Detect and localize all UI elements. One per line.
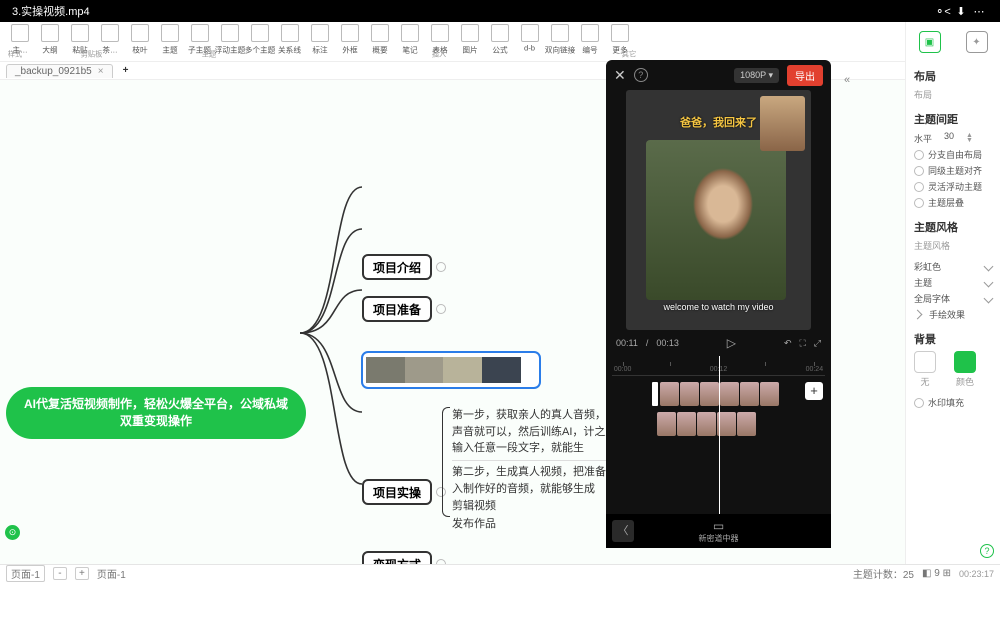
tb-multi[interactable]: 多个主题 — [246, 24, 274, 56]
video-track[interactable] — [652, 382, 825, 406]
share-icon[interactable]: ⚬< — [934, 5, 952, 18]
time-current: 00:11 — [616, 338, 638, 348]
section-spacing: 主题间距 — [914, 111, 992, 127]
close-icon[interactable]: ✕ — [614, 67, 626, 84]
tb-link[interactable]: 双向链接 — [546, 24, 574, 56]
tb-boundary[interactable]: 外框 — [336, 24, 364, 56]
tb-relation[interactable]: 关系线 — [276, 24, 304, 56]
more-icon[interactable]: ⋯ — [970, 5, 988, 18]
video-preview[interactable]: 爸爸，我回来了 welcome to watch my video — [626, 90, 811, 330]
window-title: 3.实操视频.mp4 — [12, 3, 934, 19]
topic-prep[interactable]: 项目准备 — [362, 296, 432, 322]
radio-opt[interactable] — [914, 166, 924, 176]
undo-icon[interactable]: ↶ — [784, 338, 792, 349]
tb-topic[interactable]: 主题 — [156, 24, 184, 56]
download-icon[interactable]: ⬇ — [952, 5, 970, 18]
section-bg: 背景 — [914, 331, 992, 347]
section-theme-style: 主题风格 — [914, 219, 992, 235]
video-editor-overlay: ✕ ? 1080P ▾ 导出 爸爸，我回来了 welcome to watch … — [606, 60, 831, 548]
time-total: 00:13 — [656, 338, 679, 348]
stepper-icon[interactable]: ▲▼ — [966, 133, 973, 143]
root-topic[interactable]: AI代复活短视频制作，轻松火爆全平台，公域私域双重变现操作 — [6, 387, 306, 439]
tb-outline[interactable]: 大纲 — [36, 24, 64, 56]
zoom-out-button[interactable]: - — [53, 567, 67, 580]
section-layout: 布局 — [914, 68, 992, 84]
bg-none[interactable] — [914, 351, 936, 373]
help-icon[interactable]: ? — [634, 68, 648, 82]
swatch — [482, 357, 521, 383]
document-tab[interactable]: _backup_0921b5× — [6, 64, 113, 78]
add-tab-button[interactable]: + — [123, 65, 129, 76]
tb-image[interactable]: 图片 — [456, 24, 484, 56]
chevron-down-icon[interactable] — [984, 278, 994, 288]
spacing-value[interactable]: 30 — [936, 131, 962, 145]
tb-callout[interactable]: 标注 — [306, 24, 334, 56]
tb-float[interactable]: 浮动主题 — [216, 24, 244, 56]
resolution-dropdown[interactable]: 1080P ▾ — [734, 68, 779, 83]
back-button[interactable]: 〈 — [612, 520, 634, 542]
preview-figure — [646, 140, 786, 300]
swatch — [366, 357, 405, 383]
caption-bottom: welcome to watch my video — [626, 302, 811, 312]
swatch — [405, 357, 444, 383]
panel-tab-layout[interactable]: ▣ — [919, 31, 941, 53]
tb-number[interactable]: 编号 — [576, 24, 604, 56]
close-icon[interactable]: × — [98, 66, 104, 77]
radio-opt[interactable] — [914, 150, 924, 160]
chevron-down-icon[interactable] — [984, 262, 994, 272]
subtopic-step3[interactable]: 剪辑视频 — [452, 498, 496, 515]
topic-count: 主题计数：25 — [853, 566, 914, 581]
expand-icon[interactable] — [436, 262, 446, 272]
timeline[interactable]: 00:00 00:12 00:24 + — [606, 356, 831, 514]
zoom-in-button[interactable]: + — [75, 567, 89, 580]
subtopic-step1[interactable]: 第一步，获取亲人的真人音频，话声音就可以，然后训练AI，计之后输入任意一段文字，… — [452, 407, 617, 457]
topic-intro[interactable]: 项目介绍 — [362, 254, 432, 280]
caption-top: 爸爸，我回来了 — [626, 114, 811, 130]
format-panel: ▣ ✦ 布局 布局 主题间距 水平 30 ▲▼ 分支自由布局 同级主题对齐 灵活… — [905, 22, 1000, 564]
subtopic-step2[interactable]: 第二步，生成真人视频，把准备导入制作好的音频，就能够生成 — [452, 460, 617, 497]
page-name[interactable]: 页面-1 — [97, 566, 126, 581]
collapse-panel-icon[interactable]: « — [844, 74, 850, 86]
play-button[interactable]: ▷ — [687, 336, 776, 350]
swatch — [443, 357, 482, 383]
radio-watermark[interactable] — [914, 398, 924, 408]
swatch — [521, 357, 536, 383]
topic-selected[interactable] — [361, 351, 541, 389]
video-track2[interactable] — [657, 412, 825, 436]
help-icon[interactable]: ? — [980, 544, 994, 558]
add-clip-button[interactable]: + — [805, 382, 823, 400]
bg-color[interactable] — [954, 351, 976, 373]
page-indicator[interactable]: 页面-1 — [6, 565, 45, 582]
tb-branch[interactable]: 枝叶 — [126, 24, 154, 56]
radio-opt[interactable] — [914, 198, 924, 208]
bracket — [442, 407, 450, 517]
tb-db[interactable]: d-b — [516, 24, 544, 53]
tb-formula[interactable]: 公式 — [486, 24, 514, 56]
topic-practice[interactable]: 项目实操 — [362, 479, 432, 505]
tb-note[interactable]: 笔记 — [396, 24, 424, 56]
status-bar: 页面-1 - + 页面-1 主题计数：25 ◧ 9 ⊞ 00:23:17 — [0, 564, 1000, 582]
chat-icon[interactable]: ⊙ — [5, 525, 20, 540]
playhead[interactable] — [719, 356, 720, 514]
expand-icon[interactable] — [436, 304, 446, 314]
video-timestamp: 00:23:17 — [959, 569, 994, 579]
main-toolbar: 主… 大纲 粘贴 茶… 枝叶 主题 子主题 浮动主题 多个主题 关系线 标注 外… — [0, 22, 1000, 62]
tb-summary[interactable]: 概要 — [366, 24, 394, 56]
subtopic-step4[interactable]: 发布作品 — [452, 516, 496, 533]
fullscreen-icon[interactable]: ⤢ — [814, 338, 821, 349]
mindmap-canvas[interactable]: AI代复活短视频制作，轻松火爆全平台，公域私域双重变现操作 项目介绍 项目准备 … — [0, 80, 1000, 564]
view-icons[interactable]: ◧ 9 ⊞ — [922, 568, 951, 579]
radio-opt[interactable] — [914, 182, 924, 192]
crop-icon[interactable]: ⛶ — [799, 338, 805, 349]
chevron-down-icon[interactable] — [984, 294, 994, 304]
export-button[interactable]: 导出 — [787, 65, 823, 86]
bottom-tool[interactable]: 新密道中器 — [699, 519, 739, 544]
panel-tab-style[interactable]: ✦ — [966, 31, 988, 53]
